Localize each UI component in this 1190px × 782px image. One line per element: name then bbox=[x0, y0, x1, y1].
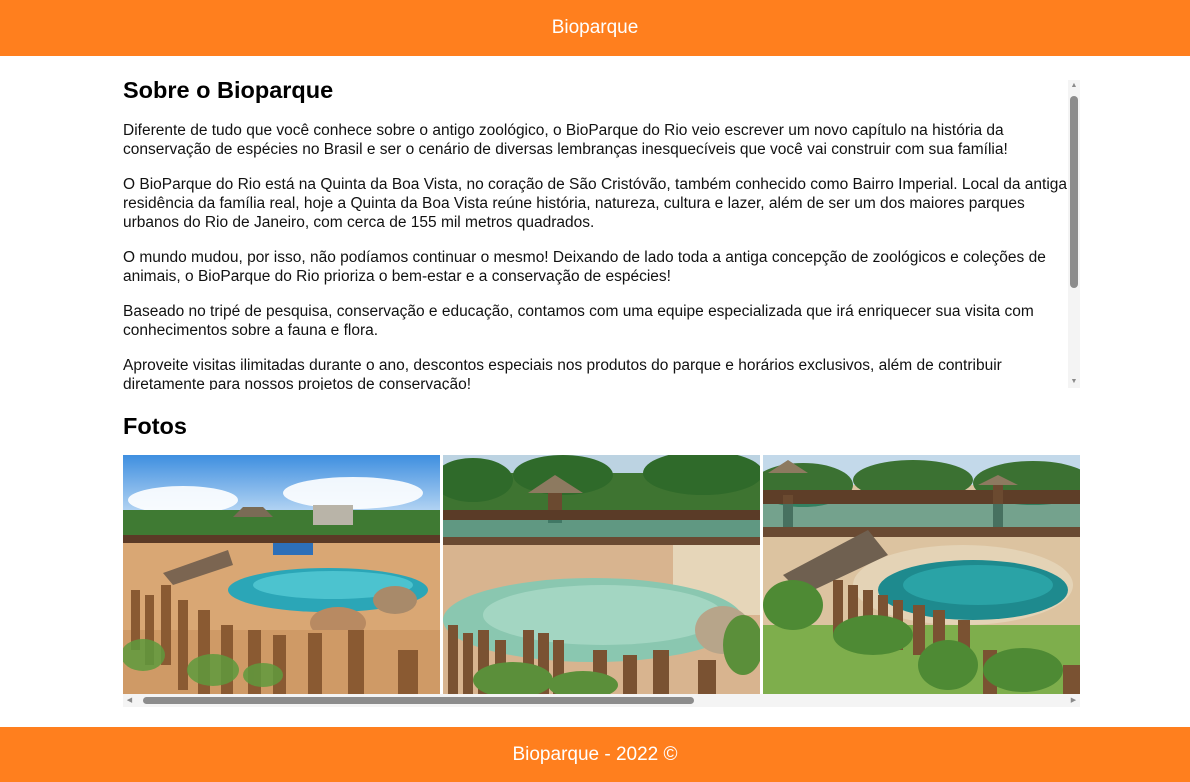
scroll-down-arrow-icon[interactable]: ▼ bbox=[1068, 376, 1080, 388]
scroll-left-arrow-icon[interactable]: ◀ bbox=[123, 694, 136, 707]
site-header: Bioparque bbox=[0, 0, 1190, 56]
photos-heading: Fotos bbox=[123, 413, 187, 439]
gallery-photo-3 bbox=[763, 455, 1080, 695]
about-vertical-scrollbar[interactable]: ▲ ▼ bbox=[1068, 80, 1080, 388]
about-content: Sobre o Bioparque Diferente de tudo que … bbox=[123, 76, 1069, 390]
about-paragraph-4: Baseado no tripé de pesquisa, conservaçã… bbox=[123, 303, 1034, 339]
horizontal-scroll-thumb[interactable] bbox=[143, 697, 694, 704]
photo-pond-with-wooden-posts-icon bbox=[123, 455, 440, 695]
about-paragraph-1: Diferente de tudo que você conhece sobre… bbox=[123, 122, 1008, 158]
photo-gallery[interactable] bbox=[123, 455, 1080, 695]
about-heading: Sobre o Bioparque bbox=[123, 77, 334, 103]
footer-text: Bioparque - 2022 © bbox=[512, 743, 678, 765]
gallery-photo-1 bbox=[123, 455, 440, 695]
scroll-up-arrow-icon[interactable]: ▲ bbox=[1068, 80, 1080, 92]
about-paragraph-5: Aproveite visitas ilimitadas durante o a… bbox=[123, 357, 1002, 390]
gallery-photo-2 bbox=[443, 455, 760, 695]
scroll-right-arrow-icon[interactable]: ▶ bbox=[1067, 694, 1080, 707]
about-section[interactable]: Sobre o Bioparque Diferente de tudo que … bbox=[123, 76, 1082, 390]
about-paragraph-3: O mundo mudou, por isso, não podíamos co… bbox=[123, 249, 1046, 285]
gallery-horizontal-scrollbar[interactable]: ◀ ▶ bbox=[123, 694, 1080, 707]
about-paragraph-2: O BioParque do Rio está na Quinta da Boa… bbox=[123, 176, 1068, 231]
vertical-scroll-thumb[interactable] bbox=[1070, 96, 1078, 288]
site-title: Bioparque bbox=[551, 17, 639, 38]
photo-lagoon-with-boardwalk-icon bbox=[763, 455, 1080, 695]
photo-pool-with-thatched-hut-icon bbox=[443, 455, 760, 695]
site-footer: Bioparque - 2022 © bbox=[0, 727, 1190, 782]
